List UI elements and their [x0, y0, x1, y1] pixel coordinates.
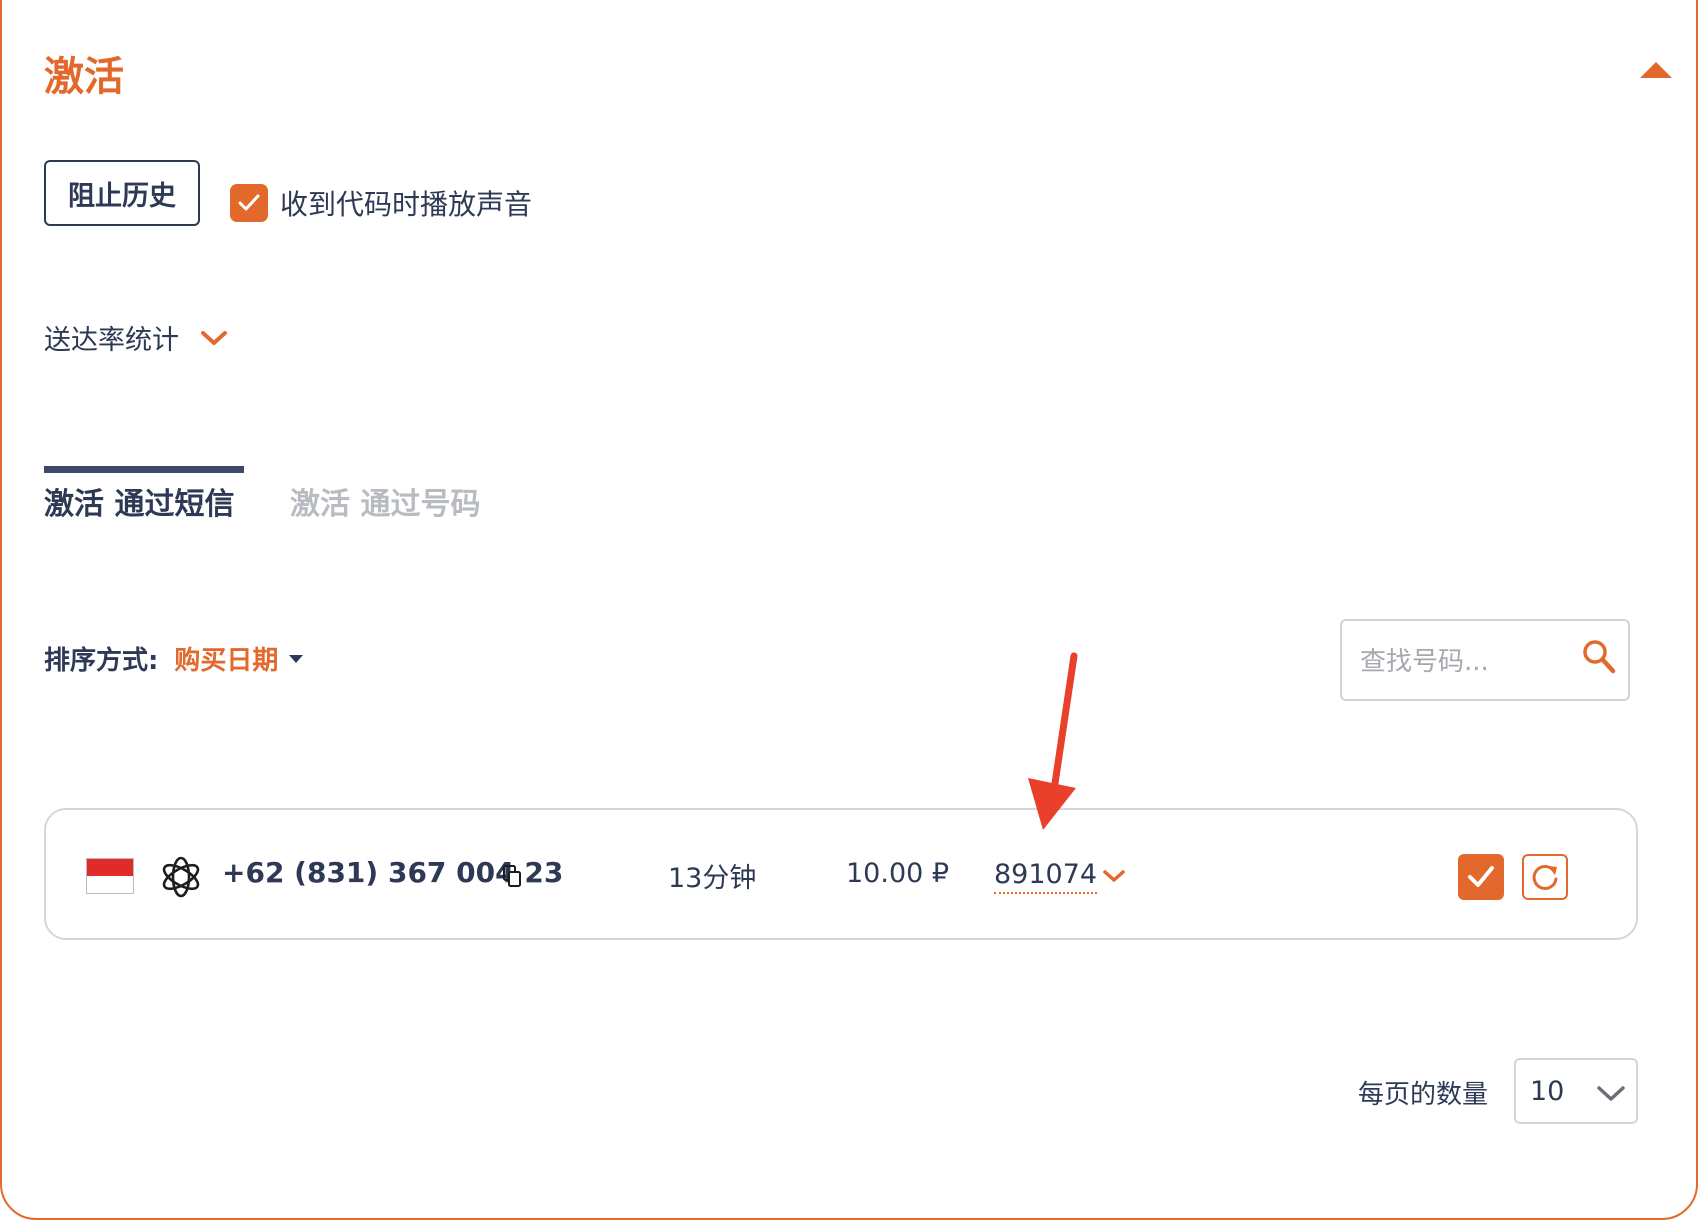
sound-checkbox[interactable]: 收到代码时播放声音 — [230, 183, 532, 223]
openai-icon — [162, 856, 200, 898]
sort-value-dropdown[interactable]: 购买日期 — [174, 640, 278, 677]
sms-code[interactable]: 891074 — [994, 858, 1098, 894]
per-page-value: 10 — [1530, 1076, 1565, 1107]
time-remaining: 13分钟 — [668, 863, 757, 894]
search-icon[interactable] — [1582, 639, 1616, 675]
price: 10.00 ₽ — [846, 858, 950, 889]
copy-icon[interactable] — [502, 864, 522, 888]
caret-up-icon[interactable] — [1638, 58, 1674, 82]
chevron-down-icon — [1597, 1086, 1625, 1101]
tab-activation-number[interactable]: 激活 通过号码 — [290, 473, 480, 523]
search-box — [1340, 619, 1630, 701]
sort-control: 排序方式: 购买日期 — [44, 640, 304, 677]
block-history-button[interactable]: 阻止历史 — [44, 160, 200, 226]
search-input[interactable] — [1358, 641, 1562, 683]
activation-row: +62 (831) 367 004 23 13分钟 10.00 ₽ 891074 — [44, 808, 1638, 940]
section-title: 激活 — [44, 54, 124, 100]
tab-activation-sms[interactable]: 激活 通过短信 — [44, 466, 244, 529]
chevron-down-icon — [201, 330, 227, 345]
chevron-down-icon[interactable] — [1102, 868, 1126, 884]
delivery-stats-label: 送达率统计 — [44, 325, 179, 356]
refresh-button[interactable] — [1522, 854, 1568, 900]
sound-checkbox-label: 收到代码时播放声音 — [280, 188, 533, 221]
annotation-arrow — [1028, 652, 1078, 830]
check-icon — [1468, 866, 1494, 887]
delivery-stats-toggle[interactable]: 送达率统计 — [44, 318, 229, 357]
checkbox-checked-icon[interactable] — [230, 184, 268, 222]
per-page-select[interactable]: 10 — [1514, 1058, 1638, 1124]
confirm-button[interactable] — [1458, 854, 1504, 900]
sort-label: 排序方式: — [44, 646, 159, 676]
caret-down-icon[interactable] — [288, 653, 304, 665]
indonesia-flag-icon — [86, 858, 134, 894]
per-page-label: 每页的数量 — [1358, 1080, 1489, 1110]
refresh-icon — [1532, 864, 1558, 890]
